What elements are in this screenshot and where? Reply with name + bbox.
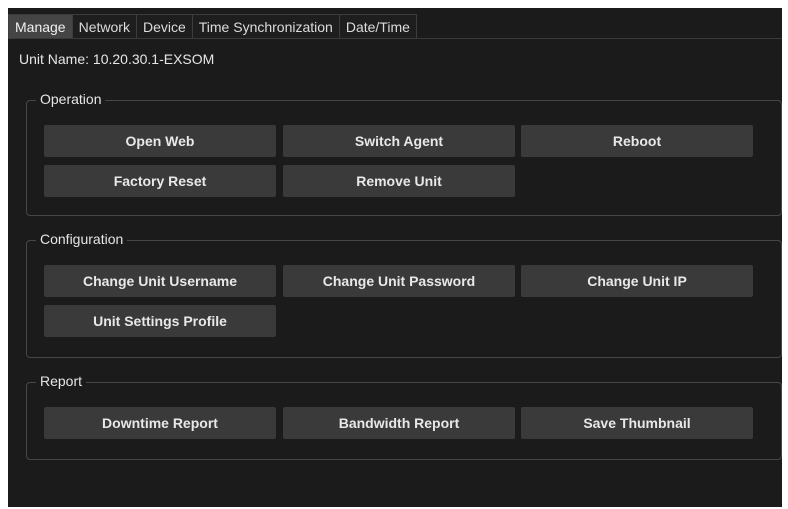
change-unit-ip-button[interactable]: Change Unit IP (521, 265, 753, 297)
change-unit-username-button[interactable]: Change Unit Username (44, 265, 276, 297)
reboot-button[interactable]: Reboot (521, 125, 753, 157)
downtime-report-button[interactable]: Downtime Report (44, 407, 276, 439)
tab-manage[interactable]: Manage (8, 14, 73, 38)
unit-name-label: Unit Name: 10.20.30.1-EXSOM (19, 51, 215, 67)
change-unit-password-button[interactable]: Change Unit Password (283, 265, 515, 297)
tab-date-time[interactable]: Date/Time (338, 14, 417, 38)
tab-time-synchronization[interactable]: Time Synchronization (191, 14, 340, 38)
unit-settings-profile-button[interactable]: Unit Settings Profile (44, 305, 276, 337)
save-thumbnail-button[interactable]: Save Thumbnail (521, 407, 753, 439)
configuration-group-title: Configuration (36, 231, 128, 247)
bandwidth-report-button[interactable]: Bandwidth Report (283, 407, 515, 439)
report-group: Report Downtime Report Bandwidth Report … (26, 373, 782, 460)
operation-group: Operation Open Web Switch Agent Reboot F… (26, 91, 782, 216)
tab-device[interactable]: Device (135, 14, 193, 38)
operation-group-title: Operation (36, 91, 106, 107)
open-web-button[interactable]: Open Web (44, 125, 276, 157)
tab-network[interactable]: Network (71, 14, 137, 38)
unit-manager-panel: Manage Network Device Time Synchronizati… (8, 8, 782, 507)
configuration-group: Configuration Change Unit Username Chang… (26, 231, 782, 358)
factory-reset-button[interactable]: Factory Reset (44, 165, 276, 197)
switch-agent-button[interactable]: Switch Agent (283, 125, 515, 157)
report-group-title: Report (36, 373, 87, 389)
remove-unit-button[interactable]: Remove Unit (283, 165, 515, 197)
tab-bar: Manage Network Device Time Synchronizati… (8, 14, 782, 39)
